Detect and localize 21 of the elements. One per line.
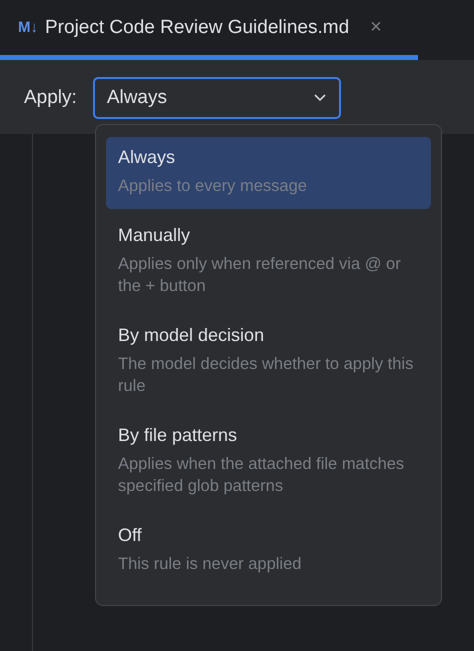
close-icon[interactable]: × bbox=[370, 16, 382, 39]
dropdown-option[interactable]: By file patterns Applies when the attached file matches specified glob patterns bbox=[106, 415, 431, 509]
option-description: Applies only when referenced via @ or the + button bbox=[118, 254, 402, 297]
option-title: By model decision bbox=[118, 325, 266, 346]
option-title: Manually bbox=[118, 225, 192, 246]
option-description: The model decides whether to apply this rule bbox=[118, 354, 414, 397]
option-title: Always bbox=[118, 147, 176, 168]
dropdown-option[interactable]: By model decision The model decides whether to apply this rule bbox=[106, 315, 431, 409]
apply-label: Apply: bbox=[24, 86, 77, 108]
apply-dropdown[interactable]: Always bbox=[92, 76, 341, 118]
option-description: This rule is never applied bbox=[118, 554, 302, 575]
option-title: Off bbox=[118, 525, 143, 546]
tab-title: Project Code Review Guidelines.md bbox=[45, 16, 350, 38]
option-title: By file patterns bbox=[118, 425, 238, 446]
chevron-down-icon bbox=[312, 93, 327, 102]
markdown-icon: M↓ bbox=[18, 19, 38, 36]
option-description: Applies when the attached file matches specified glob patterns bbox=[118, 454, 406, 497]
dropdown-option[interactable]: Off This rule is never applied bbox=[106, 515, 431, 587]
dropdown-option[interactable]: Manually Applies only when referenced via @ or the + button bbox=[106, 215, 431, 309]
dropdown-option[interactable]: Always Applies to every message bbox=[106, 137, 431, 209]
option-description: Applies to every message bbox=[118, 176, 308, 197]
